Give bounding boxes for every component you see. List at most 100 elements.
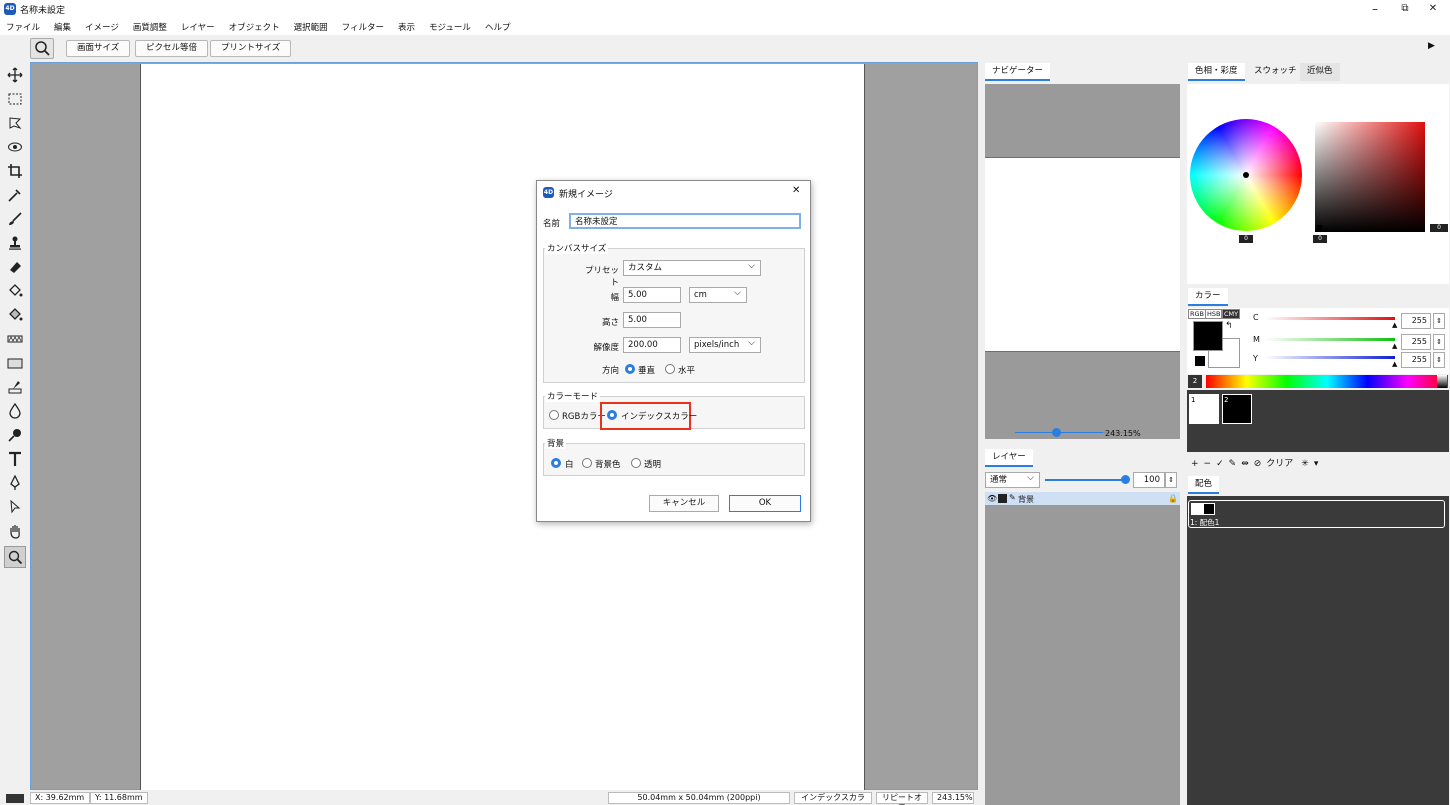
yellow-slider[interactable] (1265, 356, 1395, 359)
menu-file[interactable]: ファイル (6, 21, 40, 33)
eye-icon[interactable] (4, 136, 26, 158)
layer-name[interactable]: 背景 (1018, 494, 1034, 505)
gradient-icon[interactable] (4, 328, 26, 350)
brush-icon[interactable] (4, 208, 26, 230)
index-color-radio[interactable] (607, 410, 617, 420)
cyan-handle[interactable]: ▲ (1392, 321, 1397, 329)
menu-help[interactable]: ヘルプ (485, 21, 511, 33)
spectrum-grey[interactable] (1437, 375, 1447, 388)
menu-object[interactable]: オブジェクト (229, 21, 280, 33)
swatch-menu-icon[interactable]: ▾ (1314, 459, 1324, 469)
clear-swatches-button[interactable]: クリア (1266, 459, 1293, 469)
disable-swatch-icon[interactable]: ⊘ (1254, 459, 1267, 469)
layer-visibility-icon[interactable]: 👁 (987, 494, 997, 503)
menu-edit[interactable]: 編集 (54, 21, 71, 33)
tab-hue-saturation[interactable]: 色相・彩度 (1188, 63, 1245, 81)
swatch-2[interactable]: 2 (1222, 394, 1252, 424)
path-select-icon[interactable] (4, 496, 26, 518)
opacity-slider[interactable] (1045, 479, 1123, 481)
blend-mode-select[interactable]: 通常 (985, 471, 1040, 488)
magenta-stepper[interactable]: ⇕ (1433, 334, 1445, 350)
opacity-stepper[interactable]: ⇕ (1165, 472, 1177, 488)
drop-icon[interactable] (4, 400, 26, 422)
navigator-zoom-handle[interactable] (1052, 428, 1061, 437)
eraser-icon[interactable] (4, 256, 26, 278)
layer-lock-icon[interactable]: 🔒 (1168, 494, 1178, 503)
actual-pixels-button[interactable]: ピクセル等倍 (135, 40, 209, 57)
print-size-button[interactable]: プリントサイズ (210, 40, 292, 57)
opacity-handle[interactable] (1121, 475, 1130, 484)
mode-cmy[interactable]: CMY (1222, 309, 1241, 319)
yellow-handle[interactable]: ▲ (1392, 360, 1397, 368)
pen-fill-icon[interactable] (4, 376, 26, 398)
color-mode-status[interactable]: インデックスカラー (794, 792, 872, 805)
preset-select[interactable]: カスタム (623, 259, 761, 276)
magenta-slider[interactable] (1265, 338, 1395, 341)
menu-layer[interactable]: レイヤー (181, 21, 215, 33)
orientation-vertical-radio[interactable] (625, 364, 635, 374)
stamp-icon[interactable] (4, 232, 26, 254)
lasso-icon[interactable] (4, 112, 26, 134)
fill-pattern-icon[interactable] (4, 304, 26, 326)
move-icon[interactable] (4, 64, 26, 86)
scheme-item[interactable] (1188, 500, 1445, 528)
menu-image[interactable]: イメージ (85, 21, 119, 33)
add-swatch-icon[interactable]: + (1191, 459, 1204, 469)
bg-color-radio[interactable] (582, 458, 592, 468)
rectangle-icon[interactable] (4, 352, 26, 374)
yellow-input[interactable]: 255 (1401, 352, 1431, 368)
opacity-input[interactable]: 100 (1133, 472, 1165, 488)
magenta-input[interactable]: 255 (1401, 334, 1431, 350)
resolution-input[interactable]: 200.00 (623, 337, 681, 353)
swap-swatch-icon[interactable]: ⇹ (1241, 459, 1254, 469)
tab-layers[interactable]: レイヤー (985, 449, 1033, 467)
bg-transparent-radio[interactable] (631, 458, 641, 468)
saturation-box[interactable] (1315, 122, 1425, 232)
crop-icon[interactable] (4, 160, 26, 182)
cyan-input[interactable]: 255 (1401, 313, 1431, 329)
rect-select-icon[interactable] (4, 88, 26, 110)
foreground-color-swatch[interactable] (1193, 321, 1223, 351)
zoom-tool-icon[interactable] (30, 38, 54, 59)
mode-hsb[interactable]: HSB (1205, 309, 1223, 319)
spectrum-bar[interactable] (1206, 375, 1448, 388)
apply-swatch-icon[interactable]: ✓ (1216, 459, 1229, 469)
hand-icon[interactable] (4, 520, 26, 542)
swatch-1[interactable]: 1 (1189, 394, 1219, 424)
menu-view[interactable]: 表示 (398, 21, 415, 33)
default-colors-icon[interactable] (1195, 356, 1205, 366)
magenta-handle[interactable]: ▲ (1392, 342, 1397, 350)
cancel-button[interactable]: キャンセル (649, 495, 719, 512)
name-input[interactable]: 名称未設定 (569, 213, 801, 229)
minimize-button[interactable]: – (1360, 0, 1390, 18)
fill-icon[interactable] (4, 280, 26, 302)
zoom-icon[interactable] (4, 546, 26, 568)
height-input[interactable]: 5.00 (623, 312, 681, 328)
bg-white-radio[interactable] (551, 458, 561, 468)
resolution-unit-select[interactable]: pixels/inch (689, 336, 761, 353)
restore-button[interactable]: ⧉ (1390, 0, 1420, 18)
width-input[interactable]: 5.00 (623, 287, 681, 303)
tab-swatch[interactable]: スウォッチ (1247, 63, 1304, 81)
swatch-options-icon[interactable]: ✳ (1301, 459, 1314, 469)
orientation-horizontal-radio[interactable] (665, 364, 675, 374)
dodge-icon[interactable] (4, 424, 26, 446)
fit-screen-button[interactable]: 画面サイズ (66, 40, 131, 57)
cyan-stepper[interactable]: ⇕ (1433, 313, 1445, 329)
repeat-status[interactable]: リピートオフ (876, 792, 928, 805)
pen-icon[interactable] (4, 472, 26, 494)
menu-select[interactable]: 選択範囲 (294, 21, 328, 33)
unit-select[interactable]: cm (689, 286, 747, 303)
remove-swatch-icon[interactable]: − (1204, 459, 1217, 469)
yellow-stepper[interactable]: ⇕ (1433, 352, 1445, 368)
eyedropper-icon[interactable] (4, 184, 26, 206)
text-icon[interactable] (4, 448, 26, 470)
cyan-slider[interactable] (1265, 317, 1395, 320)
tab-navigator[interactable]: ナビゲーター (985, 63, 1051, 81)
close-button[interactable]: ✕ (1418, 0, 1448, 18)
menu-adjust[interactable]: 画質調整 (133, 21, 167, 33)
edit-swatch-icon[interactable]: ✎ (1229, 459, 1242, 469)
panel-expand-icon[interactable]: ▶ (1428, 41, 1435, 51)
menu-module[interactable]: モジュール (429, 21, 471, 33)
dialog-close-icon[interactable]: ✕ (792, 185, 800, 196)
